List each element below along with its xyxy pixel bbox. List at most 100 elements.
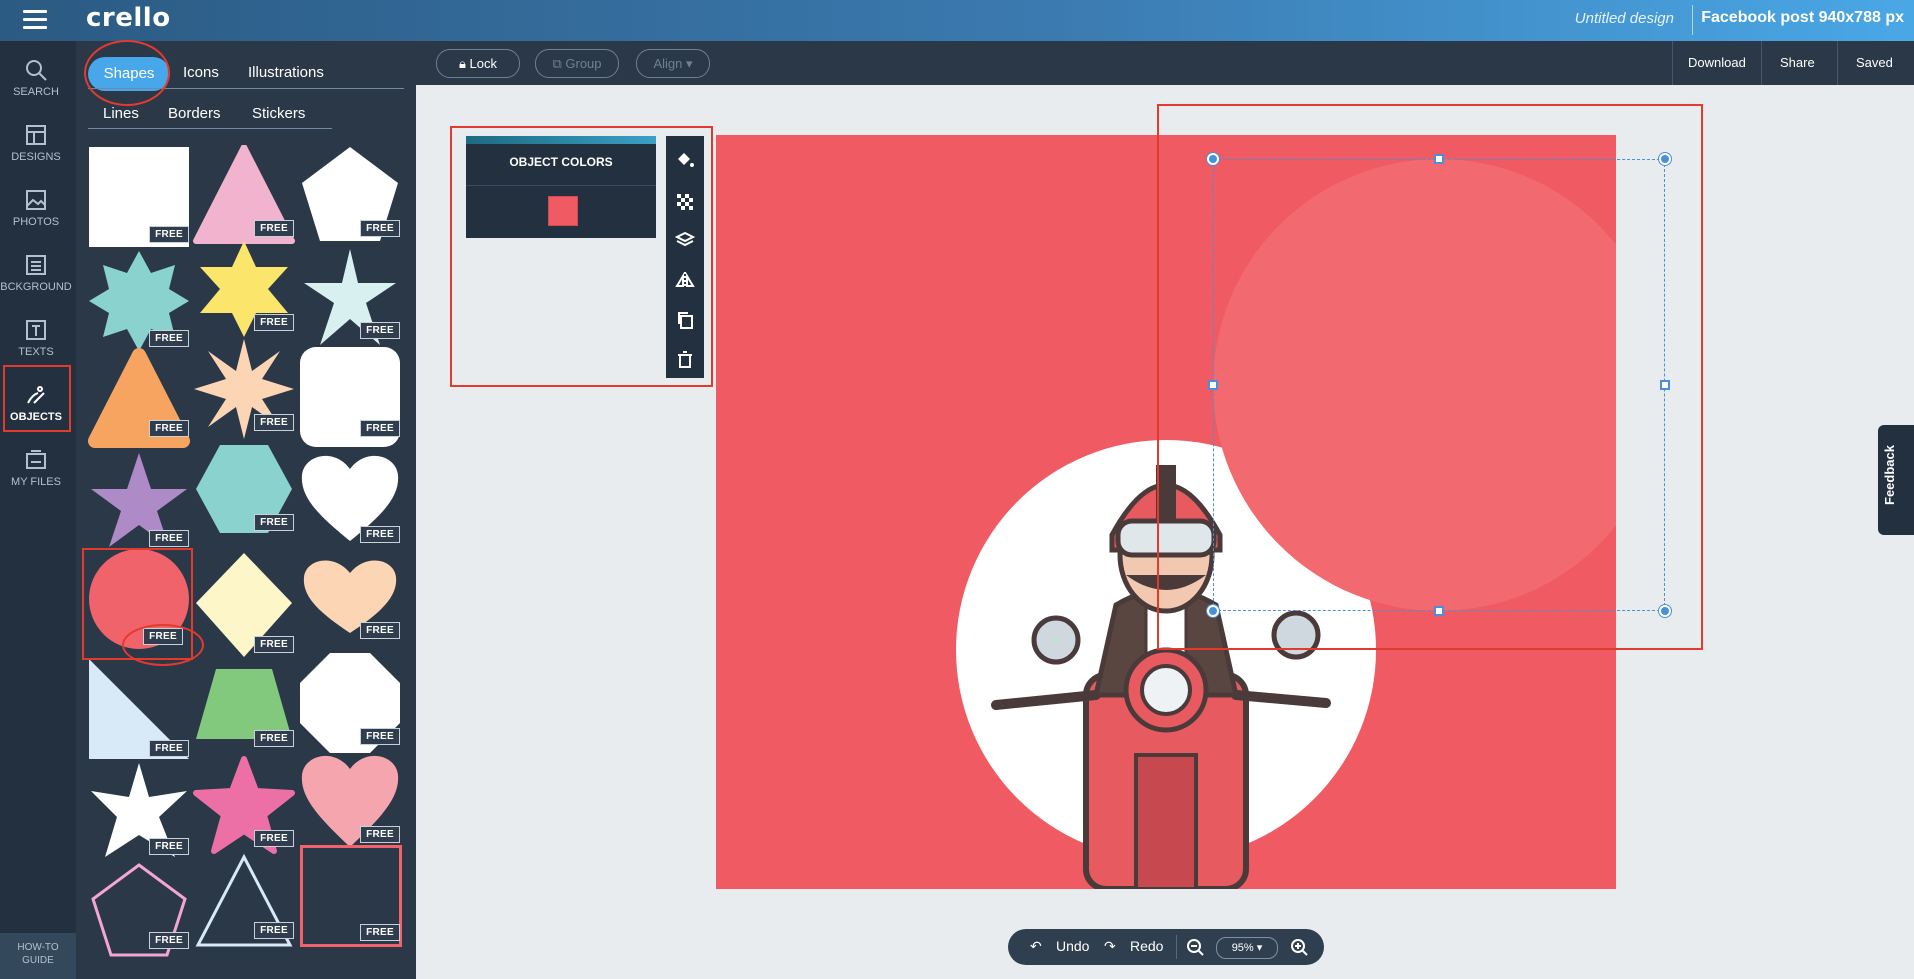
group-button[interactable]: ⧉ Group [535,49,619,78]
nav-label: SEARCH [13,86,59,98]
free-badge: FREE [149,740,189,757]
free-badge: FREE [254,922,294,939]
background-icon [26,255,46,275]
free-badge: FREE [360,924,400,941]
share-button[interactable]: Share [1780,55,1815,70]
how-to-guide-button[interactable]: HOW-TO GUIDE [0,933,76,979]
howto-label-2: GUIDE [22,955,54,966]
tab-illustrations[interactable]: Illustrations [248,64,324,81]
zoom-select[interactable]: 95% ▾ [1216,937,1278,959]
redo-icon[interactable]: ↷ [1104,938,1116,955]
shape-star-8-sharp[interactable]: FREE [192,337,296,441]
nav-label: MY FILES [11,476,61,488]
free-badge: FREE [254,414,294,431]
shape-triangle-outline[interactable]: FREE [192,849,296,953]
free-badge: FREE [360,526,400,543]
free-badge: FREE [360,322,400,339]
nav-item-background[interactable]: BCKGROUND [0,244,72,304]
bottom-separator [1176,935,1177,959]
shape-star-5[interactable]: FREE [87,449,191,553]
shape-trapezoid[interactable]: FREE [192,657,296,761]
shape-pentagon-outline[interactable]: FREE [87,859,191,963]
annotation-circle [84,40,170,106]
nav-label: BCKGROUND [0,281,72,293]
free-badge: FREE [360,826,400,843]
saved-status: Saved [1856,55,1893,70]
subtab-borders[interactable]: Borders [168,105,221,122]
format-label: Facebook post 940x788 px [1701,9,1904,26]
nav-label: PHOTOS [12,216,60,228]
tab-icons[interactable]: Icons [183,64,219,81]
nav-item-photos[interactable]: PHOTOS [0,179,72,239]
chevron-down-icon: ▾ [686,56,693,71]
shape-star-5-magenta[interactable]: FREE [192,753,296,857]
shape-diamond[interactable]: FREE [192,553,296,657]
nav-label: TEXTS [18,346,54,358]
bottom-controls: ↶ Undo ↷ Redo 95% ▾ [1008,929,1324,965]
shape-star-8[interactable]: FREE [87,249,191,353]
free-badge: FREE [254,636,294,653]
zoom-value: 95% [1231,942,1254,954]
shape-heart-rose[interactable]: FREE [298,745,402,849]
free-badge: FREE [360,220,400,237]
nav-item-designs[interactable]: DESIGNS [0,114,72,174]
group-label: Group [565,56,602,71]
top-bar: crello Untitled design Facebook post 940… [0,0,1914,41]
shape-rounded-square[interactable]: FREE [298,345,402,449]
download-button[interactable]: Download [1688,55,1746,70]
zoom-out-icon[interactable] [1186,938,1204,956]
shape-square-outline[interactable]: FREE [298,843,402,947]
shape-star-6-white[interactable]: FREE [87,761,191,865]
free-badge: FREE [254,220,294,237]
redo-button[interactable]: Redo [1130,938,1163,954]
shape-heart-peach[interactable]: FREE [298,547,402,651]
hamburger-menu-icon[interactable] [23,10,47,30]
free-badge: FREE [254,730,294,747]
annotation-circle [122,624,204,666]
align-button[interactable]: Align ▾ [636,49,710,78]
free-badge: FREE [149,226,189,243]
feedback-tab[interactable]: Feedback [1878,425,1914,535]
shape-pentagon[interactable]: FREE [298,145,402,249]
annotation-box [1157,104,1703,650]
free-badge: FREE [254,514,294,531]
zoom-in-icon[interactable] [1290,938,1308,956]
annotation-box [3,365,71,432]
objects-panel: Shapes Icons Illustrations Lines Borders… [76,41,416,979]
nav-item-search[interactable]: SEARCH [0,49,72,109]
left-nav: SEARCH DESIGNS PHOTOS BCKGROUND TEXTS OB… [0,41,76,979]
nav-item-my-files[interactable]: MY FILES [0,439,72,499]
free-badge: FREE [254,314,294,331]
free-badge: FREE [149,932,189,949]
shape-star-6[interactable]: FREE [192,237,296,341]
subtab-stickers[interactable]: Stickers [252,105,305,122]
title-separator [1692,5,1693,35]
undo-button[interactable]: Undo [1056,938,1089,954]
free-badge: FREE [360,420,400,437]
shape-triangle[interactable]: FREE [192,144,296,249]
design-name[interactable]: Untitled design [1575,10,1674,27]
annotation-box [450,126,713,387]
shape-square[interactable]: FREE [87,145,191,249]
nav-item-texts[interactable]: TEXTS [0,309,72,369]
free-badge: FREE [149,420,189,437]
shape-star-6-thin[interactable]: FREE [298,245,402,349]
free-badge: FREE [254,830,294,847]
shape-heart[interactable]: FREE [298,445,402,549]
toolbar-separator [1761,41,1762,85]
shape-right-triangle[interactable]: FREE [87,657,191,761]
subtab-lines[interactable]: Lines [103,105,139,122]
lock-button[interactable]: 🔒︎ Lock [436,49,520,78]
chevron-down-icon: ▾ [1256,942,1263,954]
toolbar-separator [1837,41,1838,85]
app-logo[interactable]: crello [86,3,171,33]
my-files-icon [26,450,46,469]
shape-octagon[interactable]: FREE [298,651,402,755]
howto-label-1: HOW-TO [17,942,59,953]
designs-icon [26,125,46,145]
undo-icon[interactable]: ↶ [1030,938,1042,955]
shape-hexagon[interactable]: FREE [192,437,296,541]
texts-icon [26,320,46,340]
shape-rounded-triangle[interactable]: FREE [87,345,191,449]
subtab-underline [88,128,332,129]
